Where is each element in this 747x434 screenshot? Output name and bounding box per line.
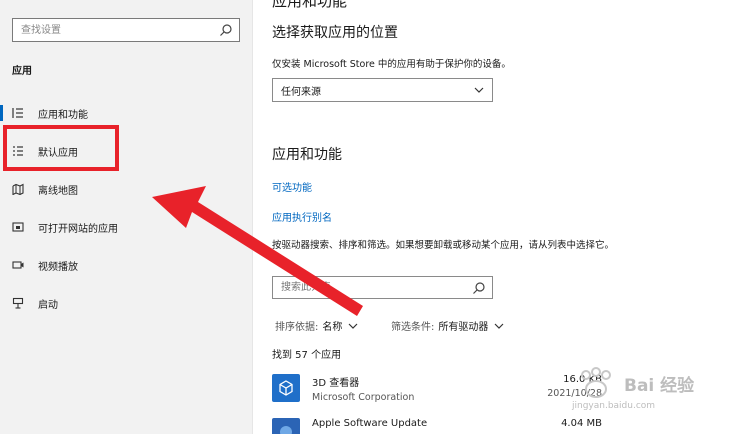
apple-software-update-icon — [272, 418, 300, 434]
app-install-date: 2021/10/28 — [547, 388, 602, 399]
chevron-down-icon — [474, 87, 484, 93]
startup-icon — [12, 297, 24, 309]
app-name: Apple Software Update — [312, 418, 428, 429]
app-execution-aliases-link[interactable]: 应用执行别名 — [272, 209, 332, 224]
sidebar-item-startup[interactable]: 启动 — [0, 288, 250, 318]
app-list-search-box[interactable] — [272, 276, 493, 299]
chevron-down-icon — [348, 323, 358, 329]
sidebar-item-video-playback[interactable]: 视频播放 — [0, 250, 250, 280]
sort-by-selector[interactable]: 排序依据: 名称 — [275, 318, 358, 333]
optional-features-link[interactable]: 可选功能 — [272, 179, 312, 194]
page-title: 应用和功能 — [272, 0, 348, 10]
settings-search-box[interactable] — [12, 18, 240, 42]
sidebar-item-default-apps[interactable]: 默认应用 — [0, 136, 250, 166]
default-apps-icon — [12, 145, 24, 157]
main-content: 应用和功能 选择获取应用的位置 仅安装 Microsoft Store 中的应用… — [253, 0, 747, 434]
list-icon — [12, 107, 24, 119]
sidebar-item-apps-features[interactable]: 应用和功能 — [0, 98, 250, 128]
sidebar-item-label: 可打开网站的应用 — [38, 223, 118, 235]
app-list-search-input[interactable] — [273, 277, 463, 298]
source-section-description: 仅安装 Microsoft Store 中的应用有助于保护你的设备。 — [272, 59, 511, 70]
sidebar-item-offline-maps[interactable]: 离线地图 — [0, 174, 250, 204]
search-icon[interactable] — [472, 281, 486, 295]
filter-label: 筛选条件: — [391, 322, 435, 333]
sidebar-item-label: 默认应用 — [38, 147, 78, 159]
app-list-item[interactable]: 3D 查看器 Microsoft Corporation 16.0 KB 202… — [272, 370, 602, 410]
sort-label: 排序依据: — [275, 322, 319, 333]
sidebar-item-label: 启动 — [38, 299, 58, 311]
apps-found-count: 找到 57 个应用 — [272, 350, 342, 361]
sidebar-item-label: 离线地图 — [38, 185, 78, 197]
sidebar-item-apps-for-websites[interactable]: 可打开网站的应用 — [0, 212, 250, 242]
apps-section-heading: 应用和功能 — [272, 147, 342, 163]
section-label-apps: 应用 — [12, 66, 32, 77]
video-icon — [12, 259, 24, 271]
app-list-item[interactable]: Apple Software Update 4.04 MB — [272, 414, 602, 434]
app-source-dropdown[interactable]: 任何来源 — [272, 78, 493, 102]
app-name: 3D 查看器 — [312, 378, 360, 389]
filter-value: 所有驱动器 — [438, 322, 489, 333]
source-section-heading: 选择获取应用的位置 — [272, 25, 398, 41]
sidebar-item-label: 视频播放 — [38, 261, 78, 273]
search-icon[interactable] — [219, 23, 233, 37]
app-size: 4.04 MB — [561, 418, 602, 429]
settings-search-input[interactable] — [13, 19, 213, 41]
app-size: 16.0 KB — [563, 374, 602, 385]
sidebar: 应用 应用和功能 默认应用 — [0, 0, 252, 434]
open-website-icon — [12, 221, 24, 233]
chevron-down-icon — [494, 323, 504, 329]
filter-by-selector[interactable]: 筛选条件: 所有驱动器 — [391, 318, 504, 333]
3d-viewer-icon — [272, 374, 300, 402]
map-icon — [12, 183, 24, 195]
dropdown-selected-value: 任何来源 — [281, 86, 321, 98]
app-publisher: Microsoft Corporation — [312, 392, 415, 403]
sidebar-item-label: 应用和功能 — [38, 109, 88, 121]
sort-value: 名称 — [322, 322, 343, 333]
apps-section-description: 按驱动器搜索、排序和筛选。如果想要卸载或移动某个应用，请从列表中选择它。 — [272, 240, 615, 251]
